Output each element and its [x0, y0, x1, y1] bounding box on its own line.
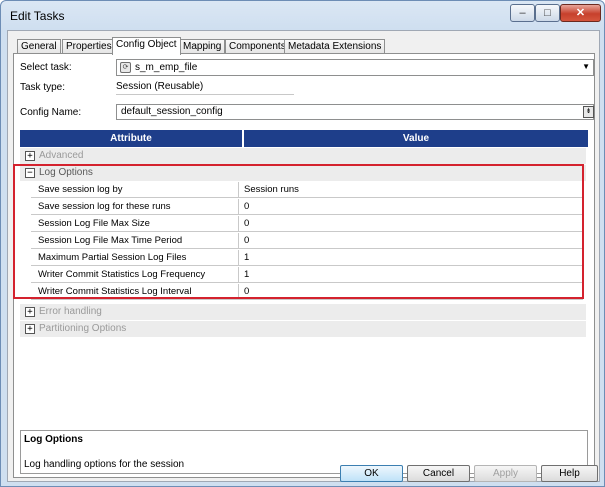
cell-divider	[238, 250, 239, 266]
cell-divider	[238, 233, 239, 249]
maximize-button[interactable]: □	[535, 4, 560, 22]
apply-button[interactable]: Apply	[474, 465, 537, 482]
task-type-label: Task type:	[20, 82, 66, 93]
table-row[interactable]: Session Log File Max Size 0	[31, 216, 583, 232]
session-icon: ⟳	[120, 62, 131, 73]
cell-divider	[238, 284, 239, 300]
group-label: Partitioning Options	[39, 323, 127, 334]
tab-metadata-extensions[interactable]: Metadata Extensions	[284, 39, 386, 54]
cell-divider	[238, 199, 239, 215]
table-row[interactable]: Session Log File Max Time Period 0	[31, 233, 583, 249]
help-button[interactable]: Help	[541, 465, 598, 482]
group-row-error-handling[interactable]: + Error handling	[20, 304, 586, 320]
value-cell[interactable]: 0	[244, 218, 249, 229]
expand-icon[interactable]: +	[25, 307, 35, 317]
table-row[interactable]: Writer Commit Statistics Log Interval 0	[31, 284, 583, 300]
table-row[interactable]: Save session log for these runs 0	[31, 199, 583, 215]
attribute-cell: Save session log for these runs	[38, 201, 171, 212]
description-text: Log handling options for the session	[24, 459, 185, 470]
column-header-value[interactable]: Value	[244, 130, 588, 147]
attribute-cell: Writer Commit Statistics Log Interval	[38, 286, 192, 297]
table-row[interactable]: Maximum Partial Session Log Files 1	[31, 250, 583, 266]
value-cell[interactable]: 0	[244, 235, 249, 246]
attribute-cell: Session Log File Max Size	[38, 218, 150, 229]
value-cell[interactable]: Session runs	[244, 184, 299, 195]
expand-icon[interactable]: +	[25, 324, 35, 334]
group-label: Advanced	[39, 150, 84, 161]
dialog-client: General Properties Config Object Mapping…	[7, 30, 600, 482]
expand-icon[interactable]: +	[25, 151, 35, 161]
tab-properties[interactable]: Properties	[62, 39, 116, 54]
group-label: Error handling	[39, 306, 102, 317]
cell-divider	[238, 216, 239, 232]
value-cell[interactable]: 1	[244, 252, 249, 263]
title-bar: Edit Tasks – □ ✕	[1, 1, 604, 29]
description-title: Log Options	[24, 434, 83, 445]
minimize-button[interactable]: –	[510, 4, 535, 22]
tab-mapping[interactable]: Mapping	[179, 39, 226, 54]
cell-divider	[238, 267, 239, 283]
group-row-partitioning-options[interactable]: + Partitioning Options	[20, 321, 586, 337]
close-button[interactable]: ✕	[560, 4, 601, 22]
table-row[interactable]: Writer Commit Statistics Log Frequency 1	[31, 267, 583, 283]
select-task-dropdown[interactable]: ⟳ s_m_emp_file ▼	[116, 59, 594, 76]
cell-divider	[238, 182, 239, 198]
edit-tasks-window: Edit Tasks – □ ✕ General Properties Conf…	[0, 0, 605, 487]
attribute-cell: Writer Commit Statistics Log Frequency	[38, 269, 206, 280]
table-row[interactable]: Save session log by Session runs	[31, 182, 583, 198]
attribute-cell: Maximum Partial Session Log Files	[38, 252, 187, 263]
tab-config-object[interactable]: Config Object	[112, 37, 181, 55]
config-browse-button[interactable]: ⇟	[583, 106, 594, 118]
cancel-button[interactable]: Cancel	[407, 465, 470, 482]
tab-general[interactable]: General	[17, 39, 61, 54]
tab-components[interactable]: Components	[225, 39, 290, 54]
config-object-panel: Select task: ⟳ s_m_emp_file ▼ Task type:…	[13, 53, 595, 478]
attribute-grid: Attribute Value + Advanced − Log Options…	[20, 130, 588, 340]
value-cell[interactable]: 1	[244, 269, 249, 280]
chevron-down-icon[interactable]: ▼	[582, 62, 590, 71]
collapse-icon[interactable]: −	[25, 168, 35, 178]
value-cell[interactable]: 0	[244, 286, 249, 297]
attribute-cell: Save session log by	[38, 184, 123, 195]
config-name-field[interactable]: default_session_config	[116, 104, 594, 120]
window-title: Edit Tasks	[10, 9, 65, 23]
ok-button[interactable]: OK	[340, 465, 403, 482]
group-label: Log Options	[39, 167, 93, 178]
group-row-advanced[interactable]: + Advanced	[20, 148, 586, 164]
group-row-log-options[interactable]: − Log Options	[20, 165, 586, 181]
value-cell[interactable]: 0	[244, 201, 249, 212]
column-header-attribute[interactable]: Attribute	[20, 130, 242, 147]
select-task-label: Select task:	[20, 62, 72, 73]
task-type-value: Session (Reusable)	[116, 80, 294, 95]
config-name-label: Config Name:	[20, 107, 82, 118]
select-task-value: s_m_emp_file	[135, 62, 198, 73]
attribute-cell: Session Log File Max Time Period	[38, 235, 183, 246]
